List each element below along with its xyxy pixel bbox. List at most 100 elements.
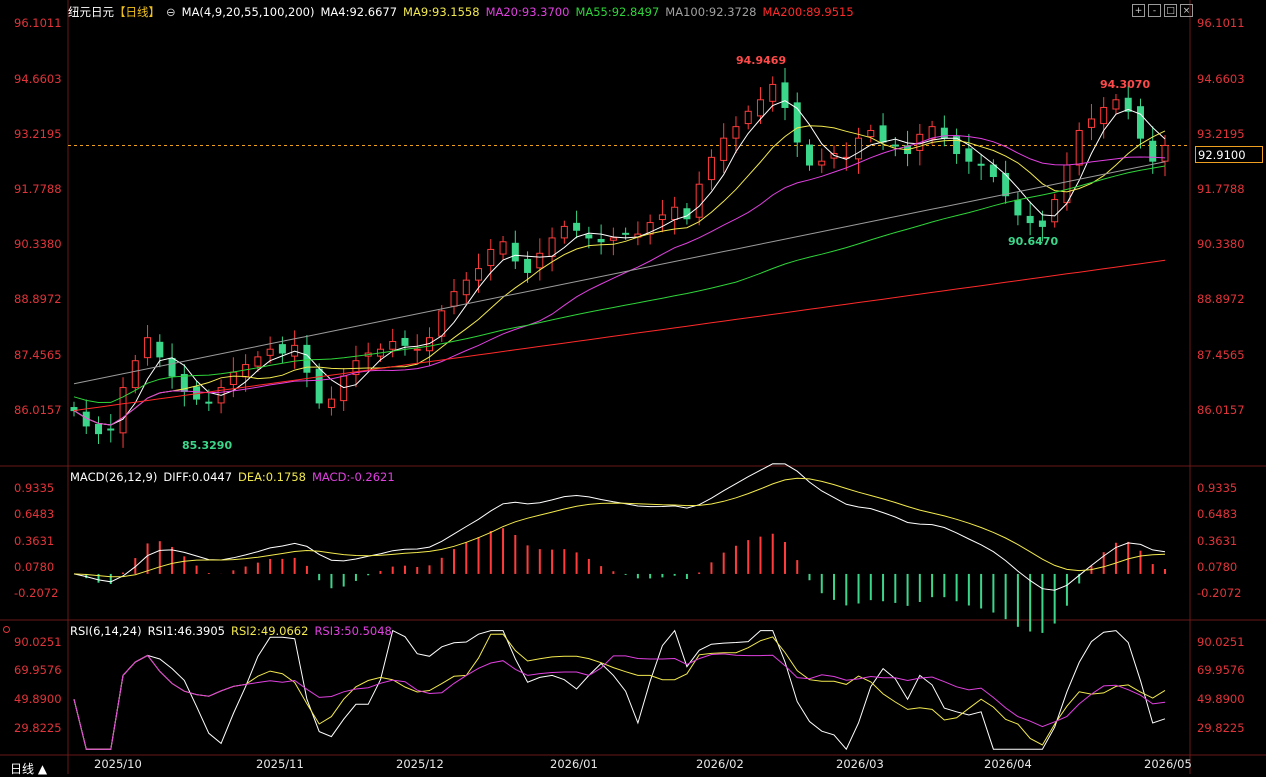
- candle: [131, 360, 139, 389]
- date-label: 2026/04: [984, 757, 1032, 771]
- high-annotation: 94.9469: [736, 54, 787, 67]
- main-legend: 纽元日元【日线】 ⊖ MA(4,9,20,55,100,200) MA4:92.667…: [68, 3, 860, 21]
- candle: [879, 125, 887, 143]
- rsi-title: RSI(6,14,24): [70, 624, 142, 638]
- candle: [536, 252, 544, 269]
- candle: [413, 348, 421, 351]
- zoom-out-icon[interactable]: -: [1148, 4, 1161, 17]
- macd-value: MACD:-0.2621: [311, 470, 395, 484]
- current-price-badge: 92.9100: [1195, 146, 1263, 163]
- ma55-value: MA55:92.8497: [575, 5, 660, 19]
- rsi1-line: [73, 629, 1166, 751]
- macd-diff: DIFF:0.0447: [163, 470, 233, 484]
- period-tag: 【日线】: [114, 5, 160, 19]
- ma-toggle-icon[interactable]: ⊖: [166, 5, 176, 19]
- macd-tick-right: -0.2072: [1197, 586, 1242, 600]
- date-label: 2026/01: [550, 757, 598, 771]
- price-tick-right: 87.4565: [1197, 348, 1245, 362]
- candle: [205, 401, 213, 404]
- high2-annotation: 94.3070: [1100, 78, 1151, 91]
- macd-tick-right: 0.3631: [1197, 534, 1238, 548]
- candle: [462, 279, 470, 296]
- candle: [597, 238, 605, 243]
- candle: [499, 241, 507, 255]
- price-tick-left: 90.3380: [14, 237, 62, 251]
- candle: [965, 148, 973, 162]
- candle: [511, 242, 519, 262]
- candle: [658, 214, 666, 221]
- candle: [756, 99, 764, 117]
- candle: [450, 291, 458, 307]
- rsi3-value: RSI3:50.5048: [314, 624, 392, 638]
- candle: [1026, 215, 1034, 224]
- candle: [156, 341, 164, 358]
- macd-legend: MACD(26,12,9) DIFF:0.0447 DEA:0.1758 MACD:-…: [70, 469, 401, 485]
- candle: [867, 129, 875, 138]
- candle: [806, 144, 814, 166]
- rsi3-line: [73, 653, 1166, 750]
- indicator-marker-icon[interactable]: [3, 626, 10, 633]
- candle: [168, 357, 176, 377]
- date-label: 2026/02: [696, 757, 744, 771]
- candle: [229, 371, 237, 386]
- candle: [1051, 199, 1059, 223]
- ma100-value: MA100:92.3728: [665, 5, 757, 19]
- candle: [744, 110, 752, 125]
- candle: [855, 137, 863, 160]
- rsi-legend: RSI(6,14,24) RSI1:46.3905 RSI2:49.0662 RSI3…: [70, 623, 398, 639]
- candle: [1038, 220, 1046, 227]
- candle: [671, 206, 679, 221]
- period-selector[interactable]: 日线 ▲: [10, 760, 47, 777]
- candle: [1063, 164, 1071, 204]
- price-tick-right: 91.7788: [1197, 182, 1245, 196]
- ma4-value: MA4:92.6677: [320, 5, 398, 19]
- candle: [389, 341, 397, 350]
- candle: [622, 232, 630, 235]
- macd-tick-left: 0.3631: [14, 534, 55, 548]
- candle: [1161, 144, 1169, 162]
- macd-tick-left: 0.9335: [14, 481, 55, 495]
- chart-canvas[interactable]: [0, 0, 1266, 774]
- close-icon[interactable]: ×: [1180, 4, 1193, 17]
- maximize-icon[interactable]: □: [1164, 4, 1177, 17]
- candle: [340, 375, 348, 402]
- price-tick-left: 86.0157: [14, 403, 62, 417]
- price-tick-right: 96.1011: [1197, 16, 1245, 30]
- date-label: 2026/03: [836, 757, 884, 771]
- date-label: 2025/11: [256, 757, 304, 771]
- price-tick-left: 91.7788: [14, 182, 62, 196]
- rsi-tick-right: 49.8900: [1197, 692, 1245, 706]
- candle: [327, 398, 335, 409]
- candle: [707, 156, 715, 181]
- candle: [278, 344, 286, 354]
- candle: [144, 337, 152, 359]
- macd-title: MACD(26,12,9): [70, 470, 158, 484]
- price-tick-left: 88.8972: [14, 292, 62, 306]
- candle: [928, 126, 936, 140]
- candle: [977, 163, 985, 166]
- price-tick-right: 90.3380: [1197, 237, 1245, 251]
- ma55-line: [73, 165, 1166, 404]
- candle: [585, 234, 593, 239]
- price-tick-right: 94.6603: [1197, 72, 1245, 86]
- price-tick-left: 87.4565: [14, 348, 62, 362]
- date-label: 2026/05: [1144, 757, 1192, 771]
- candle: [1087, 118, 1095, 128]
- rsi-tick-left: 29.8225: [14, 721, 62, 735]
- candle: [609, 237, 617, 241]
- rsi-tick-right: 29.8225: [1197, 721, 1245, 735]
- rsi1-value: RSI1:46.3905: [147, 624, 225, 638]
- rsi2-line: [73, 633, 1166, 750]
- candle: [891, 144, 899, 147]
- rsi-tick-left: 49.8900: [14, 692, 62, 706]
- macd-tick-right: 0.6483: [1197, 507, 1238, 521]
- price-tick-right: 93.2195: [1197, 127, 1245, 141]
- zoom-in-icon[interactable]: +: [1132, 4, 1145, 17]
- candle: [560, 225, 568, 239]
- candle: [254, 356, 262, 367]
- rsi-tick-right: 69.9576: [1197, 663, 1245, 677]
- rsi-tick-left: 90.0251: [14, 635, 62, 649]
- macd-tick-right: 0.0780: [1197, 560, 1238, 574]
- macd-tick-left: 0.0780: [14, 560, 55, 574]
- candle: [95, 423, 103, 435]
